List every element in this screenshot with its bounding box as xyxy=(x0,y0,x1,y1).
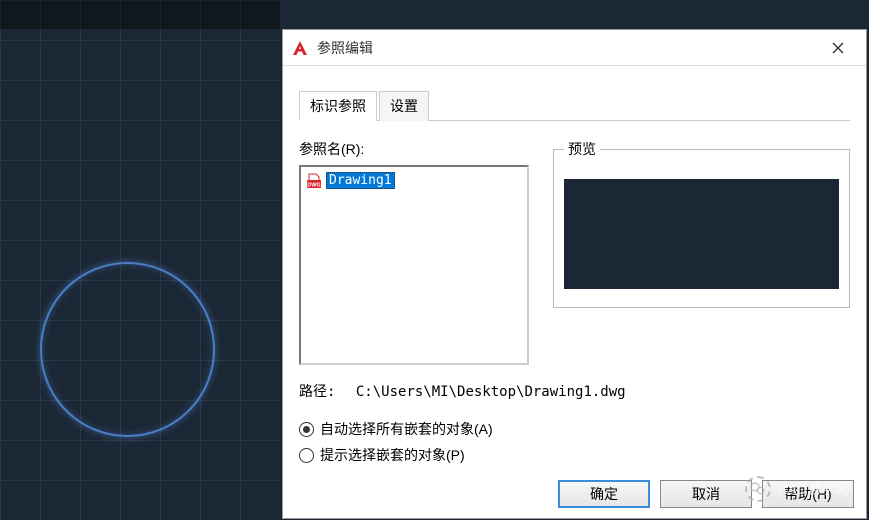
dwg-file-icon: DWG xyxy=(306,173,322,189)
cancel-button[interactable]: 取消 xyxy=(660,480,752,508)
button-bar: 确定 取消 帮助(H) xyxy=(558,480,854,508)
reference-name-label: 参照名(R): xyxy=(299,139,529,159)
nesting-radio-group: 自动选择所有嵌套的对象(A) 提示选择嵌套的对象(P) xyxy=(299,419,850,465)
ok-button[interactable]: 确定 xyxy=(558,480,650,508)
path-label: 路径: xyxy=(299,384,335,400)
help-button[interactable]: 帮助(H) xyxy=(762,480,854,508)
reference-tree[interactable]: DWG Drawing1 xyxy=(299,165,529,365)
dialog-titlebar: 参照编辑 xyxy=(283,30,866,66)
preview-label: 预览 xyxy=(564,139,600,159)
path-row: 路径: C:\Users\MI\Desktop\Drawing1.dwg xyxy=(299,381,850,401)
canvas-dim-overlay xyxy=(0,0,280,29)
tab-bar: 标识参照 设置 xyxy=(299,90,850,121)
radio-prompt-select[interactable]: 提示选择嵌套的对象(P) xyxy=(299,445,850,465)
content-row: 参照名(R): DWG Drawing1 预览 xyxy=(299,139,850,365)
radio-button-icon xyxy=(299,448,314,463)
radio-auto-select[interactable]: 自动选择所有嵌套的对象(A) xyxy=(299,419,850,439)
radio-auto-label: 自动选择所有嵌套的对象(A) xyxy=(320,419,493,439)
cad-canvas xyxy=(0,0,280,520)
reference-column: 参照名(R): DWG Drawing1 xyxy=(299,139,529,365)
tree-item-drawing1[interactable]: DWG Drawing1 xyxy=(305,171,523,190)
autocad-icon xyxy=(291,39,309,57)
svg-text:DWG: DWG xyxy=(307,182,320,188)
radio-prompt-label: 提示选择嵌套的对象(P) xyxy=(320,445,465,465)
radio-button-icon xyxy=(299,422,314,437)
circle-entity xyxy=(40,262,215,437)
close-button[interactable] xyxy=(818,33,858,63)
path-value: C:\Users\MI\Desktop\Drawing1.dwg xyxy=(356,384,626,400)
refedit-dialog: 参照编辑 标识参照 设置 参照名(R): DWG Drawing1 xyxy=(282,29,867,519)
preview-column: 预览 xyxy=(553,139,850,365)
preview-fieldset: 预览 xyxy=(553,139,850,308)
tab-identify-ref[interactable]: 标识参照 xyxy=(299,91,377,121)
tree-item-label: Drawing1 xyxy=(326,172,395,189)
preview-canvas xyxy=(564,179,839,289)
tab-settings[interactable]: 设置 xyxy=(379,91,429,121)
dialog-body: 标识参照 设置 参照名(R): DWG Drawing1 预览 xyxy=(283,66,866,465)
dialog-title: 参照编辑 xyxy=(317,38,818,58)
